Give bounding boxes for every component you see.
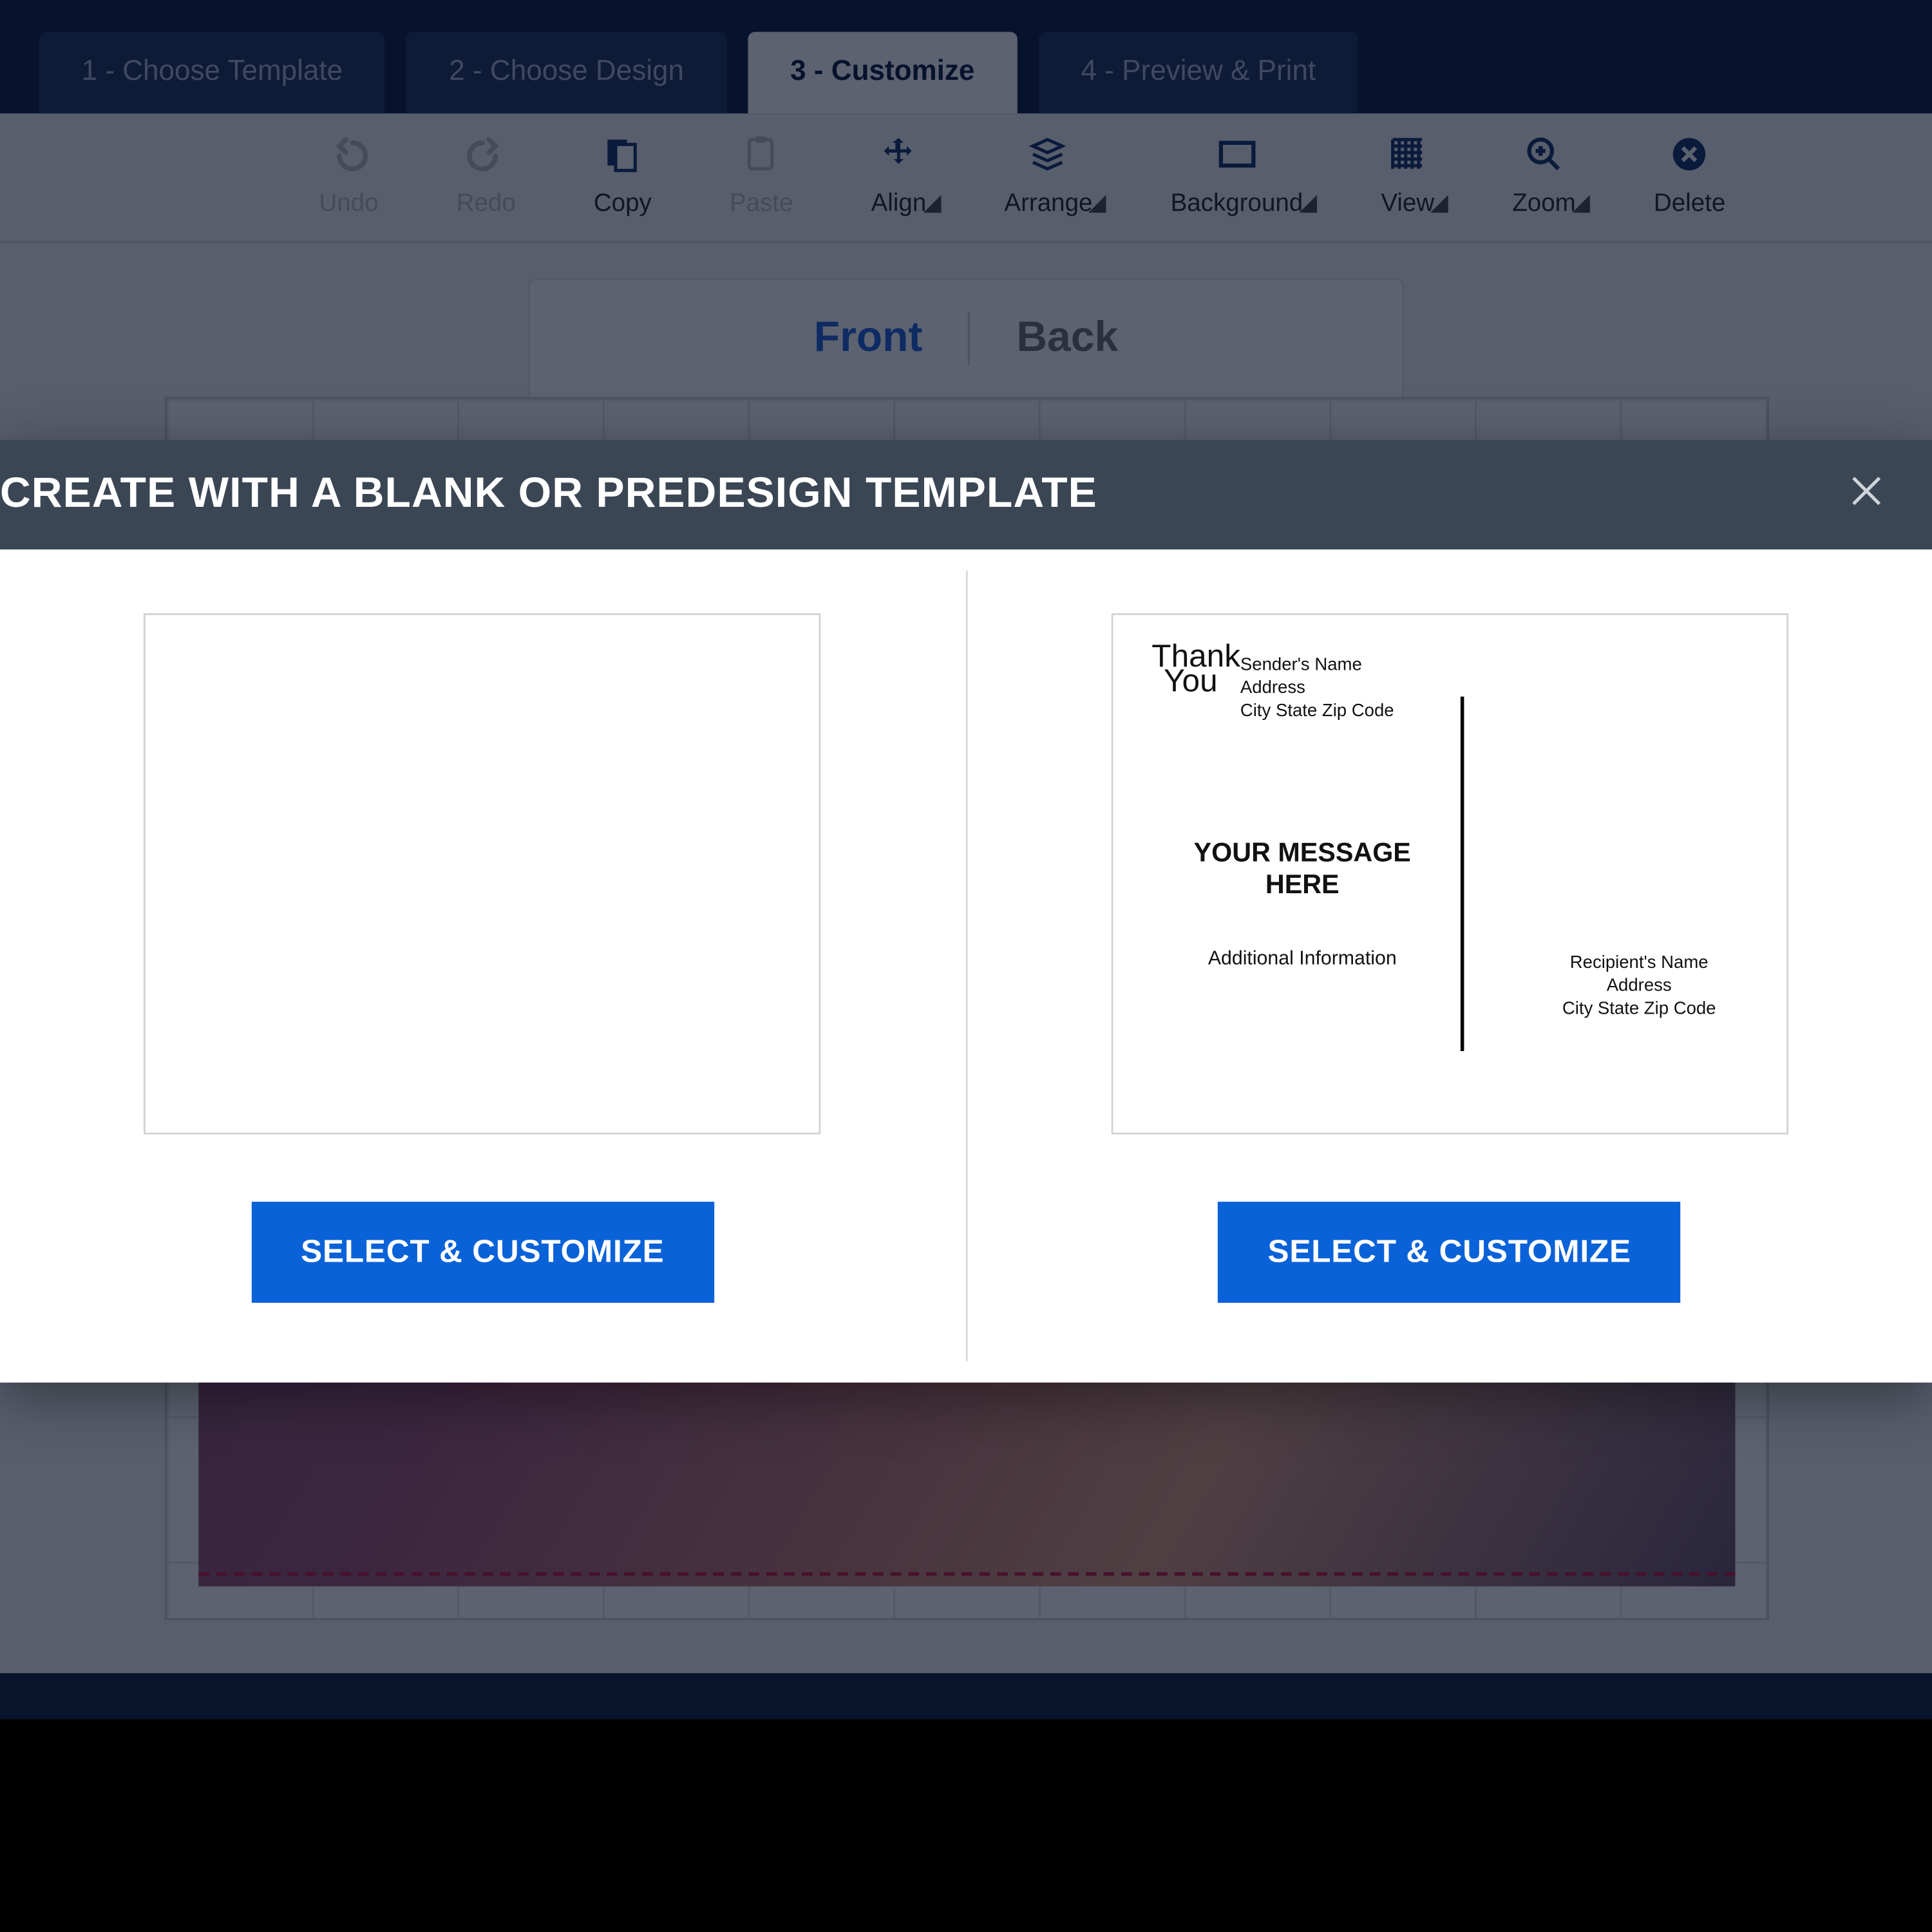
modal-close-button[interactable]: [1840, 468, 1893, 522]
blank-template-preview[interactable]: [144, 613, 821, 1134]
sender-block: Sender's Name Address City State Zip Cod…: [1240, 654, 1394, 723]
page-footer-band: [0, 1719, 1932, 1932]
blank-template-option: SELECT & CUSTOMIZE: [0, 549, 965, 1383]
message-line2: HERE: [1144, 870, 1460, 902]
template-modal: CREATE WITH A BLANK OR PREDESIGN TEMPLAT…: [0, 440, 1932, 1383]
predesign-template-preview[interactable]: Thank You Sender's Name Address City Sta…: [1111, 613, 1788, 1134]
message-block: YOUR MESSAGE HERE: [1144, 838, 1460, 902]
button-label: SELECT & CUSTOMIZE: [1267, 1234, 1631, 1269]
modal-header: CREATE WITH A BLANK OR PREDESIGN TEMPLAT…: [0, 440, 1932, 550]
recipient-block: Recipient's Name Address City State Zip …: [1524, 952, 1754, 1021]
select-blank-button[interactable]: SELECT & CUSTOMIZE: [251, 1202, 714, 1303]
message-line1: YOUR MESSAGE: [1144, 838, 1460, 871]
predesign-template-option: Thank You Sender's Name Address City Sta…: [967, 549, 1932, 1383]
button-label: SELECT & CUSTOMIZE: [301, 1234, 664, 1269]
recipient-address: Address: [1524, 975, 1754, 998]
modal-title: CREATE WITH A BLANK OR PREDESIGN TEMPLAT…: [0, 469, 1097, 519]
close-icon: [1847, 471, 1886, 518]
recipient-csz: City State Zip Code: [1524, 998, 1754, 1021]
additional-info: Additional Information: [1144, 948, 1460, 969]
sender-csz: City State Zip Code: [1240, 700, 1394, 723]
select-predesign-button[interactable]: SELECT & CUSTOMIZE: [1218, 1202, 1681, 1303]
sender-address: Address: [1240, 677, 1394, 700]
predesign-preview-content: Thank You Sender's Name Address City Sta…: [1113, 615, 1786, 1133]
thank-you-script: Thank You: [1151, 643, 1229, 693]
recipient-name: Recipient's Name: [1524, 952, 1754, 975]
sender-name: Sender's Name: [1240, 654, 1394, 677]
vertical-divider: [1460, 697, 1464, 1051]
